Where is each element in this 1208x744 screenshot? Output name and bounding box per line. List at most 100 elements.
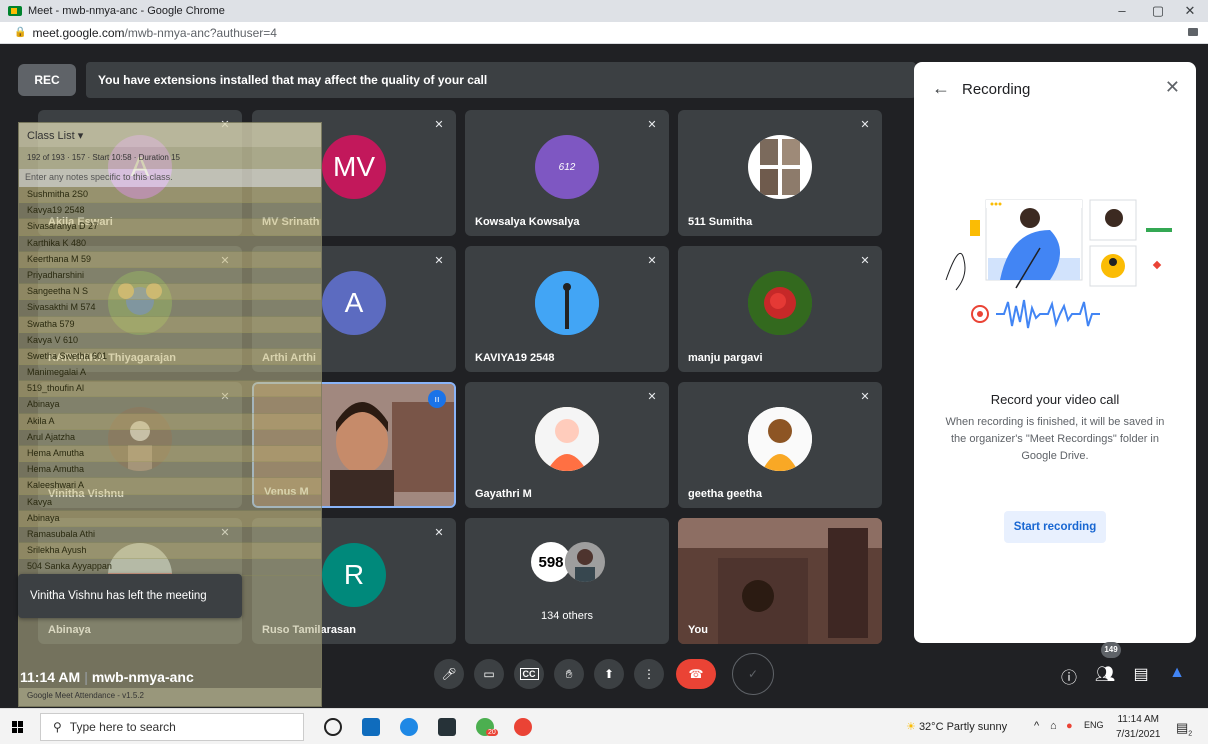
more-options-button[interactable]: ⋮ — [634, 659, 664, 689]
participant-tile[interactable]: ✕ Vinitha Vishnu — [38, 382, 242, 508]
weather-widget[interactable]: ☀ 32°C Partly sunny — [906, 720, 1007, 733]
window-title: Meet - mwb-nmya-anc - Google Chrome — [28, 5, 225, 17]
weather-text: 32°C Partly sunny — [918, 721, 1008, 733]
mic-off-icon: ✕ — [434, 527, 444, 539]
avatar-photo — [748, 407, 812, 471]
captions-button[interactable]: CC — [514, 659, 544, 689]
notification-count: 2 — [1188, 730, 1193, 738]
rec-label: REC — [34, 73, 60, 87]
participant-tile[interactable]: ✕ geetha geetha — [678, 382, 882, 508]
url-path: /mwb-nmya-anc?authuser=4 — [124, 25, 277, 40]
start-recording-button[interactable]: Start recording — [1004, 511, 1106, 543]
participant-name: Ruso Tamilarasan — [262, 624, 356, 636]
close-icon[interactable]: ✕ — [1165, 77, 1180, 98]
mic-off-icon: ✕ — [220, 391, 230, 403]
participant-video-tile[interactable]: ıı Venus M — [252, 382, 456, 508]
checkmark-button[interactable]: ✓ — [732, 653, 774, 695]
avatar: A — [108, 135, 172, 199]
participant-tile[interactable]: 612 ✕ Kowsalya Kowsalya — [465, 110, 669, 236]
participant-name: 511 Sumitha — [688, 216, 753, 228]
participant-name: geetha geetha — [688, 488, 762, 500]
others-avatar-label: 598 — [538, 553, 564, 571]
participant-name: Kowsalya Kowsalya — [475, 216, 580, 228]
taskbar-time: 11:14 AM — [1117, 714, 1159, 725]
mic-off-icon: ✕ — [220, 119, 230, 131]
others-tile[interactable]: 598 134 others — [465, 518, 669, 644]
store-icon[interactable] — [438, 718, 456, 736]
camera-button[interactable]: ▭ — [474, 659, 504, 689]
mic-button[interactable]: 🎤︎ — [434, 659, 464, 689]
participant-tile[interactable]: A ✕ Arthi Arthi — [252, 246, 456, 372]
cortana-icon[interactable] — [324, 718, 342, 736]
meeting-details-icon[interactable]: ⓘ — [1058, 664, 1080, 687]
person-photo-icon — [565, 542, 605, 582]
lock-icon: 🔒 — [14, 27, 27, 38]
mic-off-icon: ✕ — [647, 119, 657, 131]
meeting-code: mwb-nmya-anc — [91, 669, 194, 685]
avatar: A — [322, 271, 386, 335]
chrome-tray-icon[interactable]: ● — [1066, 720, 1073, 732]
participant-tile[interactable]: ✕ Gayathri M — [465, 382, 669, 508]
url-text[interactable]: meet.google.com/mwb-nmya-anc?authuser=4 — [32, 26, 276, 40]
avatar-photo — [108, 407, 172, 471]
avatar-photo — [748, 135, 812, 199]
close-window-button[interactable]: ✕ — [1172, 0, 1208, 22]
mic-off-icon: ✕ — [860, 391, 870, 403]
mic-off-icon: ✕ — [434, 255, 444, 267]
participant-tile[interactable]: MV ✕ MV Srinath — [252, 110, 456, 236]
meeting-clock: 11:14 AM | mwb-nmya-anc — [20, 669, 194, 685]
leave-call-button[interactable]: ☎ — [676, 659, 716, 689]
windows-start-icon[interactable] — [12, 721, 24, 733]
rec-button[interactable]: REC — [18, 64, 76, 96]
avatar: R — [322, 543, 386, 607]
participant-tile[interactable]: A ✕ Akila Eswari — [38, 110, 242, 236]
participant-tile[interactable]: ✕ KARTHIKA Thiyagarajan — [38, 246, 242, 372]
address-bar[interactable]: 🔒 meet.google.com/mwb-nmya-anc?authuser=… — [0, 22, 1208, 44]
tower-photo-icon — [535, 271, 599, 335]
participant-name: Gayathri M — [475, 488, 532, 500]
participant-tile[interactable]: ✕ KAVIYA19 2548 — [465, 246, 669, 372]
chrome-icon[interactable] — [514, 718, 532, 736]
camera-indicator-icon[interactable] — [1188, 28, 1198, 36]
participant-name: manju pargavi — [688, 352, 763, 364]
chat-icon[interactable]: ▤ — [1130, 664, 1152, 686]
participant-tile[interactable]: ✕ 511 Sumitha — [678, 110, 882, 236]
network-icon[interactable]: ⌂ — [1050, 720, 1057, 732]
participant-tile[interactable]: ✕ manju pargavi — [678, 246, 882, 372]
recording-illustration — [945, 199, 1172, 329]
people-icon[interactable]: 👥︎ — [1094, 664, 1116, 686]
speaking-indicator-icon: ıı — [428, 390, 446, 408]
participant-name: Akila Eswari — [48, 216, 113, 228]
participant-name: Abinaya — [48, 624, 91, 636]
start-recording-label: Start recording — [1013, 521, 1097, 533]
mic-off-icon: ✕ — [647, 255, 657, 267]
search-placeholder: Type here to search — [69, 720, 176, 734]
raise-hand-button[interactable]: ✋︎ — [554, 659, 584, 689]
taskbar-clock[interactable]: 11:14 AM 7/31/2021 — [1116, 712, 1161, 742]
present-icon: ⬆ — [603, 667, 615, 681]
language-indicator[interactable]: ENG — [1084, 720, 1104, 730]
participant-tile[interactable]: R ✕ Ruso Tamilarasan — [252, 518, 456, 644]
present-button[interactable]: ⬆ — [594, 659, 624, 689]
edge-icon[interactable] — [400, 718, 418, 736]
hand-icon: ✋︎ — [565, 666, 573, 681]
browser-titlebar: Meet - mwb-nmya-anc - Google Chrome – ▢ … — [0, 0, 1208, 22]
taskbar-search-input[interactable]: ⚲ Type here to search — [40, 713, 304, 741]
minimize-button[interactable]: – — [1104, 0, 1140, 22]
activities-icon[interactable]: ▲ — [1166, 664, 1188, 686]
photo-collage-icon — [760, 139, 800, 195]
search-icon: ⚲ — [53, 720, 62, 734]
rose-photo-icon — [748, 271, 812, 335]
current-time: 11:14 AM — [20, 669, 81, 685]
back-arrow-icon[interactable]: ← — [932, 78, 950, 99]
mail-icon[interactable] — [362, 718, 380, 736]
self-video-tile[interactable]: You — [678, 518, 882, 644]
tray-chevron-icon[interactable]: ^ — [1034, 720, 1039, 732]
notification-icon[interactable]: ▤2 — [1176, 720, 1192, 738]
avatar-initial: 612 — [558, 161, 576, 173]
maximize-button[interactable]: ▢ — [1140, 0, 1176, 22]
participant-count-badge: 149 — [1101, 642, 1121, 658]
others-count: 134 others — [541, 610, 593, 622]
record-description: When recording is finished, it will be s… — [945, 416, 1165, 462]
avatar-photo — [535, 271, 599, 335]
